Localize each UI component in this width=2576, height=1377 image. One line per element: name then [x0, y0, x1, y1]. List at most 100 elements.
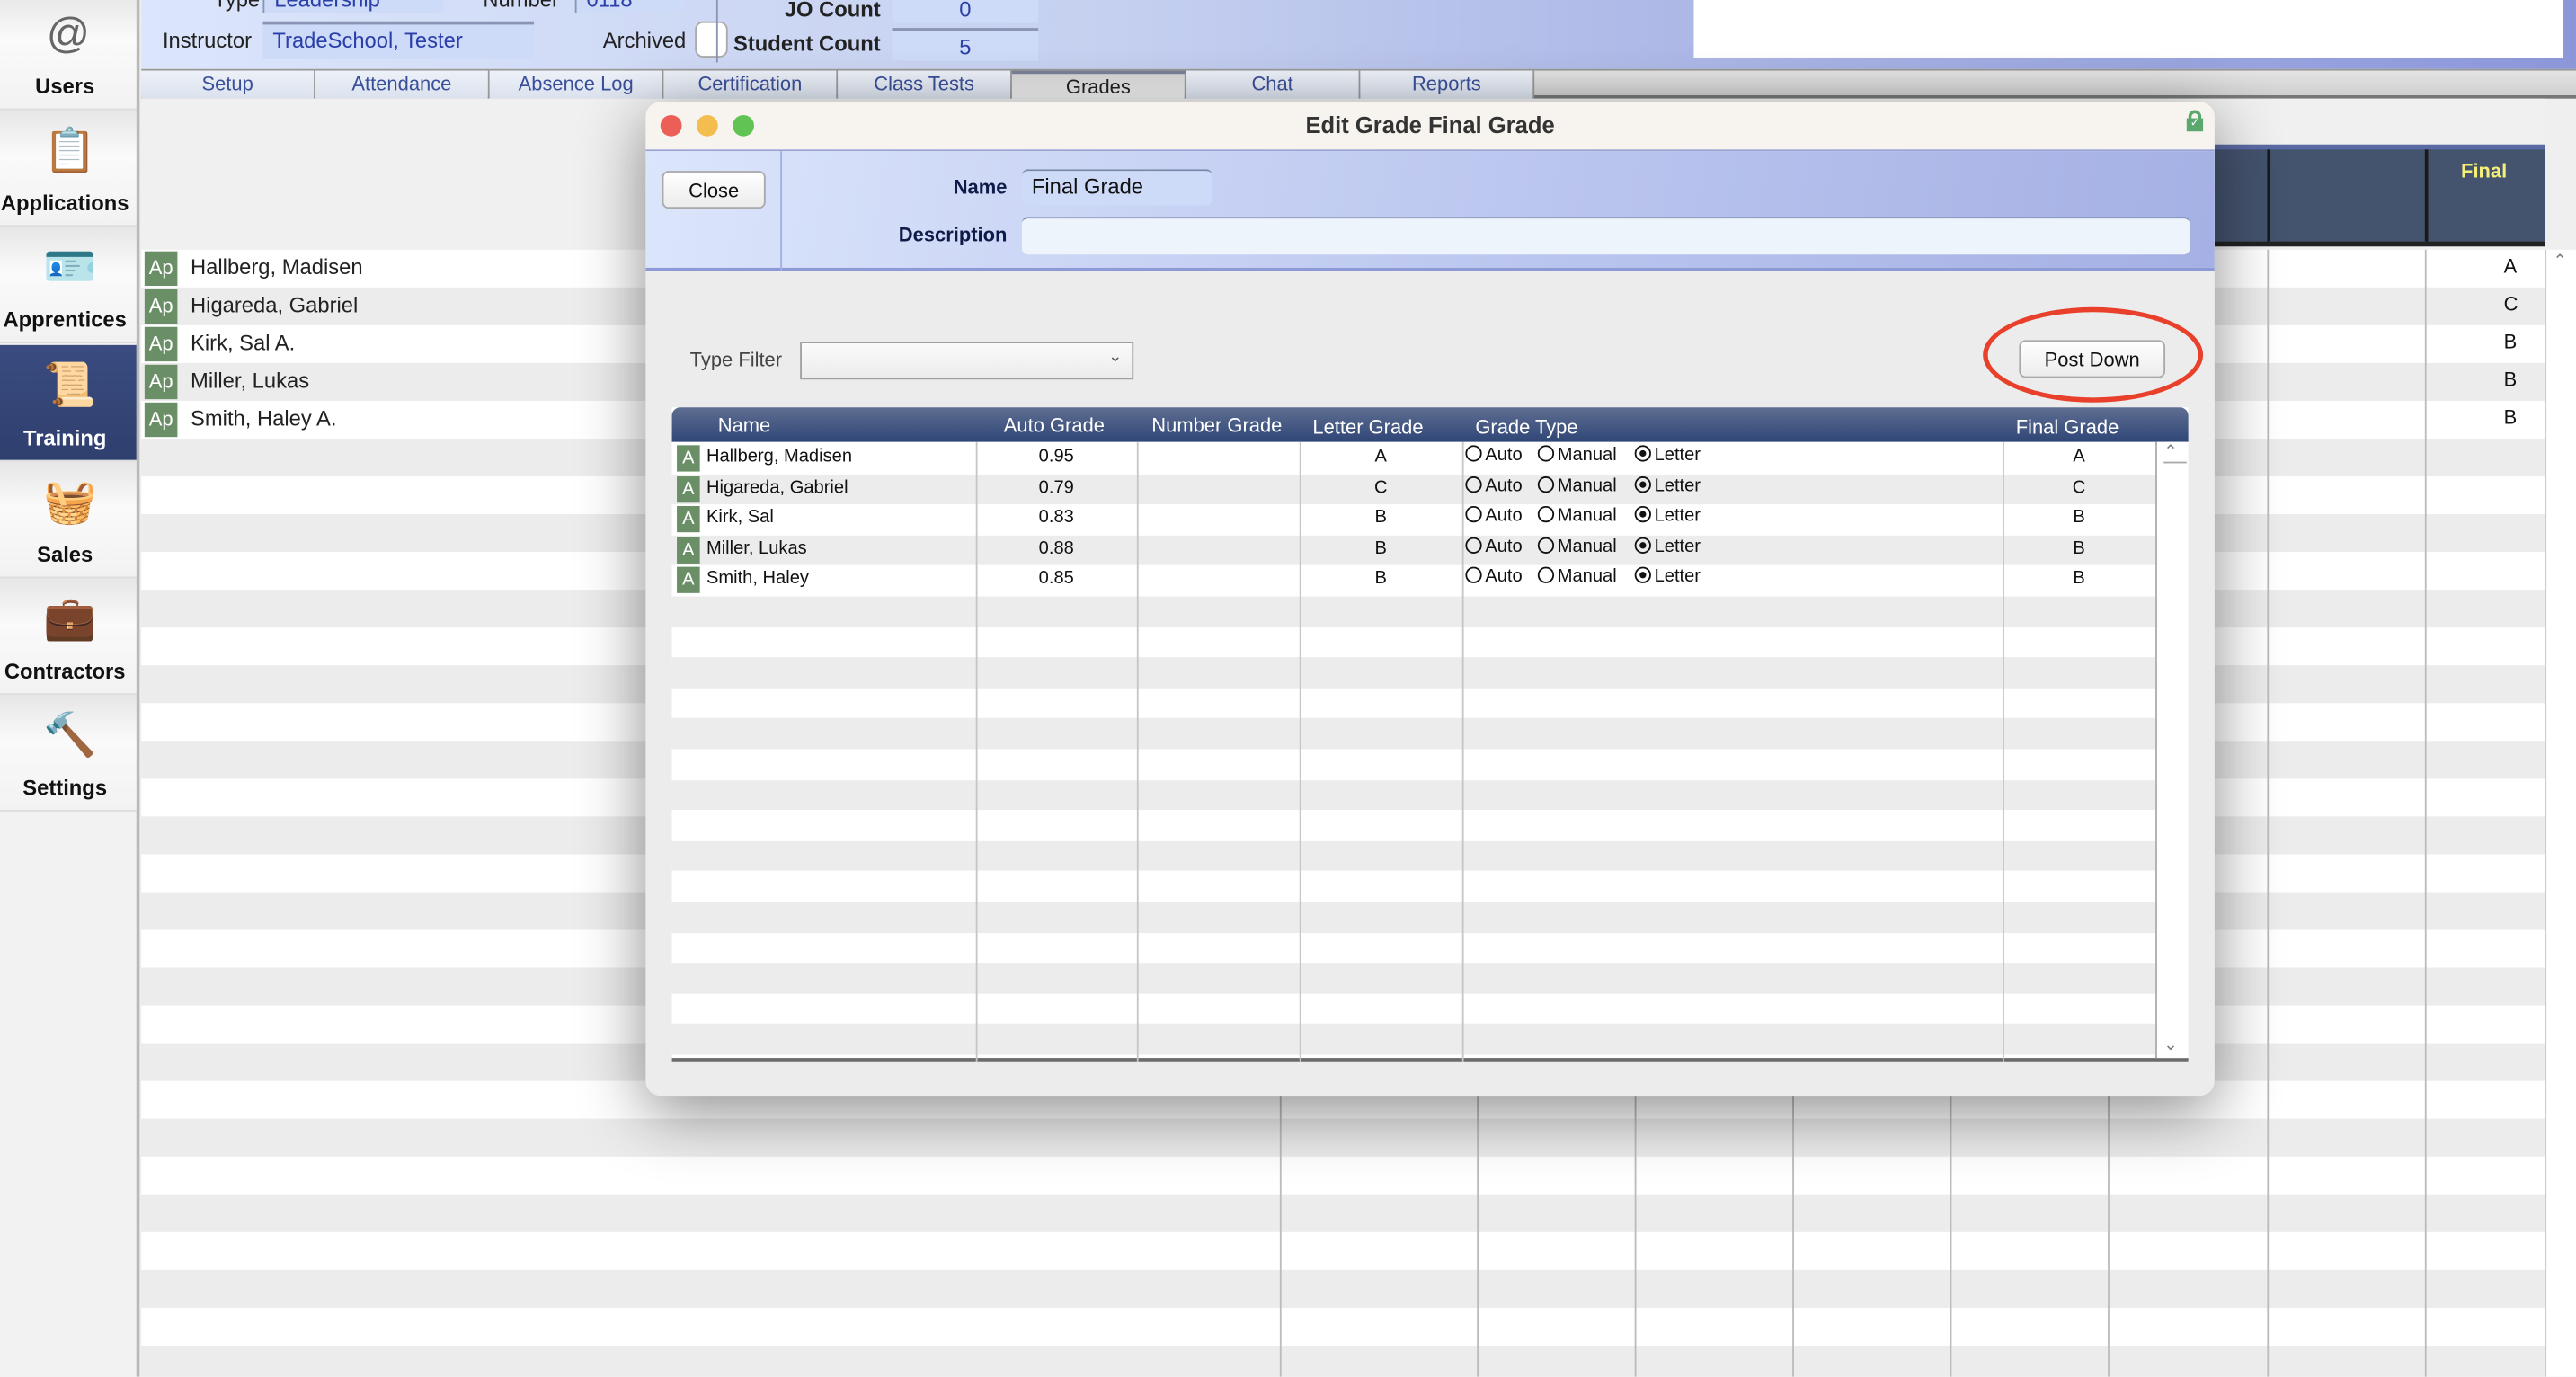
radio-icon[interactable] — [1537, 445, 1555, 462]
number-field[interactable]: 0118 — [574, 0, 684, 13]
sidebar-item-contractors[interactable]: 💼 Contractors — [0, 578, 137, 696]
close-button[interactable]: Close — [662, 171, 766, 209]
list-row — [141, 1194, 2545, 1232]
class-header: Type Leadership Number 0118 Instructor T… — [141, 0, 2576, 69]
column-header-letter-grade[interactable]: Letter Grade — [1312, 415, 1423, 439]
scroll-down-icon[interactable]: ⌄ — [2163, 1036, 2177, 1054]
grade-type-radio-letter[interactable]: Letter — [1634, 567, 1701, 587]
radio-icon[interactable] — [1634, 475, 1651, 493]
radio-icon[interactable] — [1634, 445, 1651, 462]
letter-grade[interactable]: C — [1300, 477, 1462, 497]
grade-type-radio-letter[interactable]: Letter — [1634, 445, 1701, 465]
number-label: Number — [483, 0, 559, 12]
grade-row[interactable]: A Miller, Lukas 0.88 B Auto Manual Letter B — [671, 535, 2156, 566]
sidebar-item-training[interactable]: 📜 Training — [0, 344, 137, 461]
grade-type-radio-manual[interactable]: Manual — [1537, 537, 1617, 556]
column-header-name[interactable]: Name — [718, 414, 771, 438]
apprentice-badge: A — [677, 445, 700, 472]
grade-type-radio-manual[interactable]: Manual — [1537, 445, 1617, 465]
final-grade: C — [2503, 292, 2518, 315]
sidebar-item-settings[interactable]: 🔨 Settings — [0, 695, 137, 813]
chevron-down-icon: ⌄ — [1108, 348, 1123, 367]
column-header-grade-type[interactable]: Grade Type — [1475, 415, 1577, 439]
sidebar-item-sales[interactable]: 🧺 Sales — [0, 461, 137, 579]
tab-grades[interactable]: Grades — [1011, 70, 1186, 99]
name-label: Name — [953, 175, 1008, 200]
column-header-final-grade[interactable]: Final Grade — [2016, 415, 2119, 439]
grade-type-radio-manual[interactable]: Manual — [1537, 567, 1617, 587]
tab-reports[interactable]: Reports — [1360, 70, 1535, 99]
radio-icon[interactable] — [1634, 537, 1651, 554]
type-label: Type — [214, 0, 261, 12]
grades-table: Name Auto Grade Number Grade Letter Grade Gr… — [671, 407, 2189, 1062]
grade-row — [671, 932, 2156, 964]
column-divider — [1461, 441, 1464, 1062]
radio-icon[interactable] — [1465, 475, 1482, 493]
radio-icon[interactable] — [1465, 567, 1482, 584]
grades-column-header: Final — [2214, 144, 2545, 247]
radio-label: Auto — [1485, 445, 1523, 466]
radio-icon[interactable] — [1634, 506, 1651, 523]
student-count-label: Student Count — [733, 31, 881, 57]
letter-grade[interactable]: B — [1300, 569, 1462, 589]
radio-icon[interactable] — [1537, 567, 1555, 584]
letter-grade[interactable]: B — [1300, 508, 1462, 528]
sidebar-item-label: Training — [22, 424, 107, 450]
number-grade-input[interactable] — [1137, 477, 1300, 503]
tab-attendance[interactable]: Attendance — [315, 70, 490, 99]
radio-icon[interactable] — [1465, 506, 1482, 523]
grade-type-radio-auto[interactable]: Auto — [1465, 537, 1523, 556]
grade-row[interactable]: A Kirk, Sal 0.83 B Auto Manual Letter B — [671, 504, 2156, 536]
sidebar-item-apprentices[interactable]: 🪪 Apprentices — [0, 227, 137, 344]
column-header-auto-grade[interactable]: Auto Grade — [1004, 414, 1105, 438]
grade-type-radio-letter[interactable]: Letter — [1634, 537, 1701, 556]
grade-row[interactable]: A Higareda, Gabriel 0.79 C Auto Manual Letter C — [671, 474, 2156, 505]
grade-type-radio-letter[interactable]: Letter — [1634, 506, 1701, 526]
tab-class-tests[interactable]: Class Tests — [838, 70, 1012, 99]
grade-type-radio-auto[interactable]: Auto — [1465, 567, 1523, 587]
grade-type-radio-auto[interactable]: Auto — [1465, 506, 1523, 526]
tab-chat[interactable]: Chat — [1186, 70, 1361, 99]
sidebar-item-applications[interactable]: 📋 Applications — [0, 110, 137, 227]
letter-grade[interactable]: A — [1300, 447, 1462, 466]
scroll-up-icon[interactable]: ⌃ — [2553, 253, 2566, 271]
number-grade-input[interactable] — [1137, 569, 1300, 595]
sidebar-item-users[interactable]: @ Users — [0, 0, 137, 111]
radio-icon[interactable] — [1537, 506, 1555, 523]
grade-type-radio-manual[interactable]: Manual — [1537, 475, 1617, 495]
post-down-button[interactable]: Post Down — [2019, 340, 2166, 378]
number-grade-input[interactable] — [1137, 447, 1300, 473]
grade-type-radio-auto[interactable]: Auto — [1465, 475, 1523, 495]
notes-area[interactable] — [1693, 0, 2563, 58]
number-grade-input[interactable] — [1137, 538, 1300, 564]
radio-icon[interactable] — [1465, 537, 1482, 554]
letter-grade[interactable]: B — [1300, 538, 1462, 558]
name-field[interactable]: Final Grade — [1021, 169, 1212, 206]
final-grade: B — [2503, 330, 2518, 353]
grade-row[interactable]: A Hallberg, Madisen 0.95 A Auto Manual Letter A — [671, 443, 2156, 475]
number-grade-input[interactable] — [1137, 508, 1300, 534]
scroll-up-icon[interactable]: ⌃ — [2163, 444, 2187, 464]
users-at-icon: @ — [46, 8, 90, 58]
column-divider — [1279, 1084, 1282, 1377]
student-name: Kirk, Sal — [706, 508, 774, 529]
tab-setup[interactable]: Setup — [141, 70, 315, 99]
type-filter-select[interactable]: ⌄ — [800, 342, 1134, 380]
list-scrollbar[interactable]: ⌃ — [2545, 249, 2576, 1377]
table-scrollbar[interactable]: ⌃ ⌄ — [2155, 441, 2187, 1059]
radio-icon[interactable] — [1465, 445, 1482, 462]
radio-icon[interactable] — [1634, 567, 1651, 584]
tab-absence-log[interactable]: Absence Log — [489, 70, 664, 99]
column-header-number-grade[interactable]: Number Grade — [1151, 414, 1282, 438]
grade-type-radio-auto[interactable]: Auto — [1465, 445, 1523, 466]
grade-row[interactable]: A Smith, Haley 0.85 B Auto Manual Letter B — [671, 565, 2156, 597]
radio-icon[interactable] — [1537, 475, 1555, 493]
radio-icon[interactable] — [1537, 537, 1555, 554]
tab-certification[interactable]: Certification — [663, 70, 839, 99]
type-field[interactable]: Leadership — [262, 0, 444, 13]
grade-type-radio-manual[interactable]: Manual — [1537, 506, 1617, 526]
grade-type-radio-letter[interactable]: Letter — [1634, 475, 1701, 495]
hammer-globe-icon: 🔨 — [43, 709, 97, 760]
description-field[interactable] — [1021, 217, 2190, 255]
instructor-field[interactable]: TradeSchool, Tester — [262, 21, 535, 59]
